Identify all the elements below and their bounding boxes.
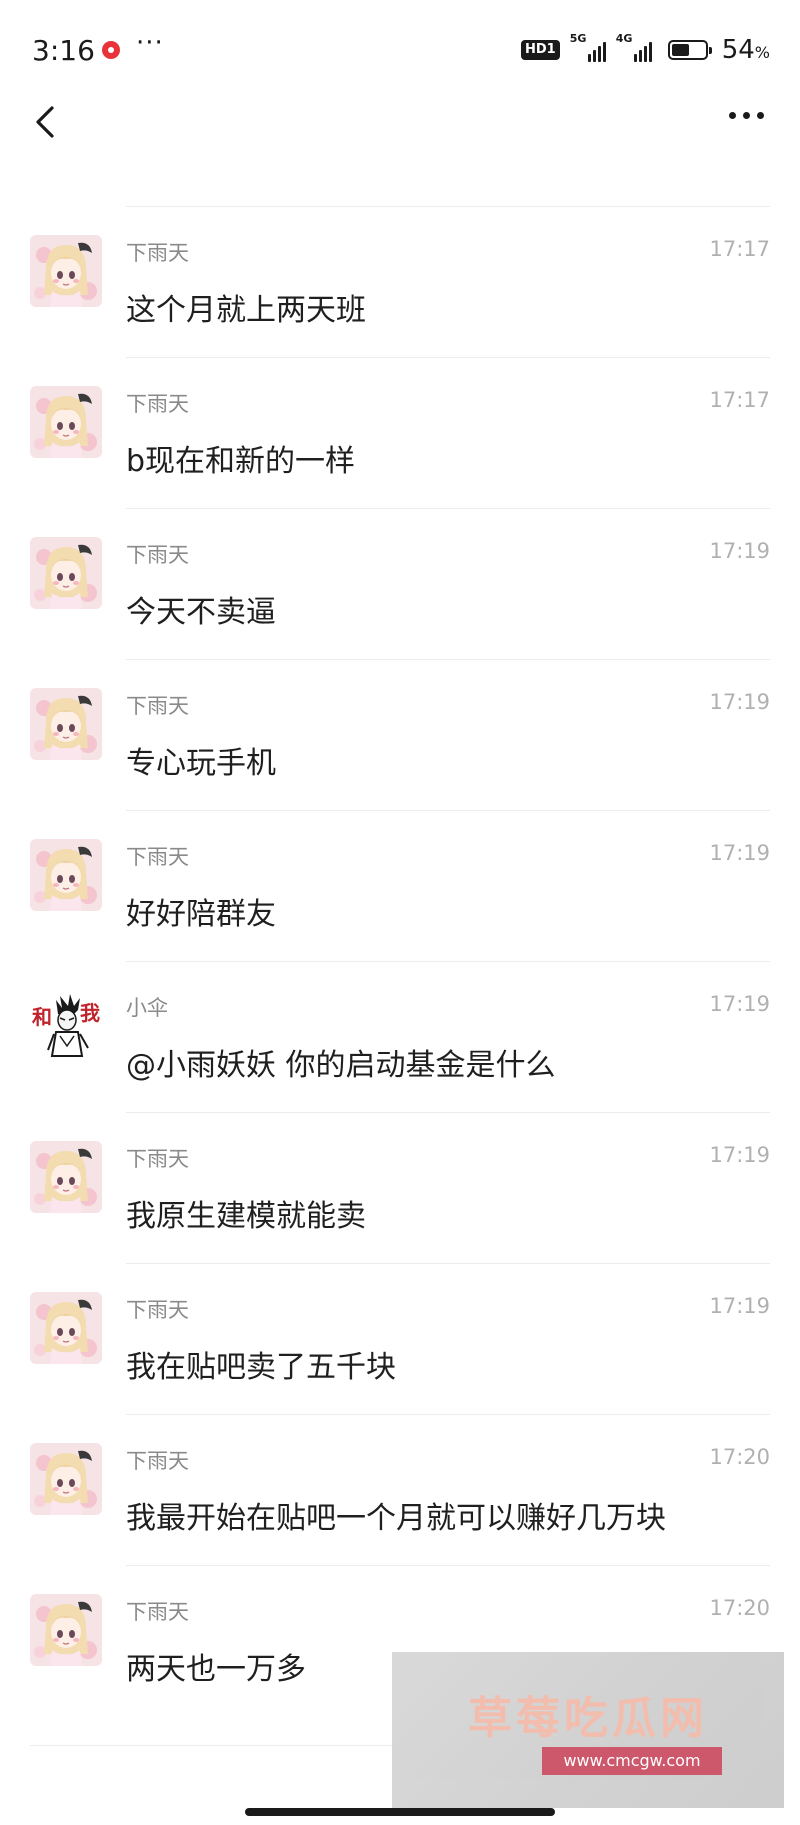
- hd-badge: HD1: [520, 40, 560, 60]
- avatar-anime-girl[interactable]: [30, 235, 102, 307]
- message-sender: 小伞: [126, 996, 168, 1020]
- message-sender: 下雨天: [126, 1147, 189, 1171]
- message-sender: 下雨天: [126, 543, 189, 567]
- message-text: 这个月就上两天班: [126, 293, 366, 328]
- avatar-ink-character[interactable]: 和 我: [30, 990, 102, 1062]
- watermark-overlay: 草莓吃瓜网 www.cmcgw.com: [392, 1652, 784, 1808]
- signal-4g-label: 4G: [615, 32, 633, 45]
- avatar-anime-girl[interactable]: [30, 1443, 102, 1515]
- message-sender: 下雨天: [126, 1449, 189, 1473]
- message-row[interactable]: 下雨天 17:19 今天不卖逼: [30, 508, 770, 659]
- avatar-anime-girl[interactable]: [30, 537, 102, 609]
- avatar-anime-girl[interactable]: [30, 1141, 102, 1213]
- message-time: 17:19: [709, 539, 770, 563]
- more-dot-icon: [743, 112, 750, 119]
- home-indicator[interactable]: [245, 1808, 555, 1816]
- avatar-anime-girl[interactable]: [30, 688, 102, 760]
- message-time: 17:19: [709, 690, 770, 714]
- message-sender: 下雨天: [126, 1600, 189, 1624]
- message-sender: 下雨天: [126, 392, 189, 416]
- more-options-button[interactable]: [729, 112, 764, 119]
- message-text: 好好陪群友: [126, 897, 276, 932]
- avatar-anime-girl[interactable]: [30, 1292, 102, 1364]
- status-time: 3:16: [32, 34, 95, 67]
- message-sender: 下雨天: [126, 694, 189, 718]
- status-bar: 3:16 ··· HD1 5G 4G 54%: [0, 0, 800, 100]
- avatar-anime-girl[interactable]: [30, 839, 102, 911]
- message-row[interactable]: 下雨天 17:20 我最开始在贴吧一个月就可以赚好几万块: [30, 1414, 770, 1565]
- message-text: 今天不卖逼: [126, 595, 276, 630]
- message-time: 17:17: [709, 388, 770, 412]
- message-text: 我在贴吧卖了五千块: [126, 1350, 396, 1385]
- message-sender: 下雨天: [126, 845, 189, 869]
- status-indicators: HD1 5G 4G 54%: [520, 32, 770, 66]
- message-time: 17:19: [709, 992, 770, 1016]
- signal-5g-icon: 5G: [570, 32, 606, 62]
- battery-fill: [671, 44, 689, 56]
- notification-icon: [102, 41, 120, 59]
- avatar-anime-girl[interactable]: [30, 1594, 102, 1666]
- avatar-anime-girl[interactable]: [30, 386, 102, 458]
- message-row[interactable]: 和 我 小伞 17:19 @小雨妖妖 你的启动基金是什么: [30, 961, 770, 1112]
- signal-5g-label: 5G: [569, 32, 587, 45]
- message-text: 我原生建模就能卖: [126, 1199, 366, 1234]
- message-time: 17:19: [709, 1143, 770, 1167]
- message-time: 17:17: [709, 237, 770, 261]
- status-more-icon: ···: [136, 28, 164, 58]
- svg-text:和: 和: [32, 1005, 52, 1029]
- message-row[interactable]: 下雨天 17:19 好好陪群友: [30, 810, 770, 961]
- message-row[interactable]: 下雨天 17:19 专心玩手机: [30, 659, 770, 810]
- message-text: b现在和新的一样: [126, 444, 356, 479]
- message-row[interactable]: 下雨天 17:19 我原生建模就能卖: [30, 1112, 770, 1263]
- message-sender: 下雨天: [126, 241, 189, 265]
- svg-text:我: 我: [80, 1001, 100, 1025]
- message-time: 17:19: [709, 841, 770, 865]
- message-row[interactable]: 下雨天 17:17 b现在和新的一样: [30, 357, 770, 508]
- watermark-title: 草莓吃瓜网: [468, 1693, 708, 1744]
- message-text: 两天也一万多: [126, 1652, 306, 1687]
- message-time: 17:20: [709, 1445, 770, 1469]
- message-time: 17:19: [709, 1294, 770, 1318]
- back-button[interactable]: [26, 100, 66, 144]
- message-row[interactable]: 下雨天 17:19 我在贴吧卖了五千块: [30, 1263, 770, 1414]
- message-list: 下雨天 17:17 这个月就上两天班 下雨天 17:17 b现在和新的一样 下雨天 17:…: [0, 206, 800, 1716]
- battery-percentage: 54%: [721, 35, 770, 65]
- message-text: 我最开始在贴吧一个月就可以赚好几万块: [126, 1501, 666, 1536]
- watermark-url: www.cmcgw.com: [542, 1747, 722, 1775]
- more-dot-icon: [757, 112, 764, 119]
- battery-icon: [667, 40, 712, 60]
- message-time: 17:20: [709, 1596, 770, 1620]
- message-row[interactable]: 下雨天 17:17 这个月就上两天班: [30, 206, 770, 357]
- chevron-left-icon: [36, 106, 54, 138]
- more-dot-icon: [729, 112, 736, 119]
- message-sender: 下雨天: [126, 1298, 189, 1322]
- signal-4g-icon: 4G: [616, 32, 652, 62]
- message-text: @小雨妖妖 你的启动基金是什么: [126, 1048, 556, 1083]
- message-text: 专心玩手机: [126, 746, 276, 781]
